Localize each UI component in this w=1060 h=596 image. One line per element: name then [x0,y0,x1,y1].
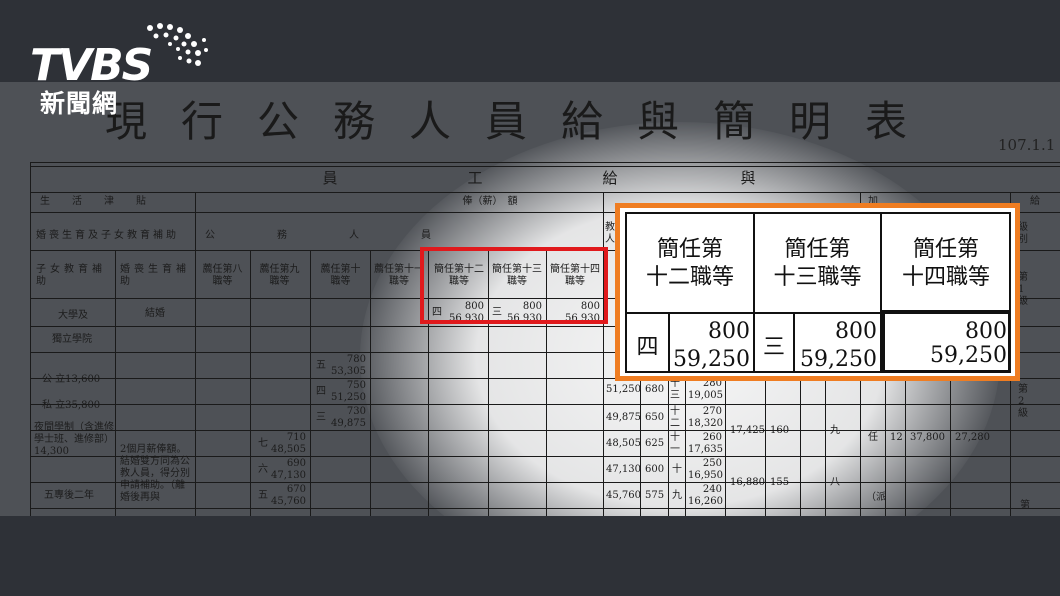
right3-a: 48,505 [606,438,641,449]
extra1-b: 160 [770,425,790,436]
public-fee: 公 立13,600 [42,374,101,385]
marriage-rule: 2個月薪俸額。結婚雙方同為公教人員，得分別申請補助。（離婚後再與 [120,444,190,503]
university-label: 大學及 [58,310,88,321]
row4-tag: 七 [258,438,268,449]
extra1-c: 九 [830,425,840,436]
ren-label: 任 [868,432,878,443]
right5-b: 575 [645,490,665,501]
level-3-label: 第 [1020,500,1030,511]
red-highlight-box [420,247,608,324]
row6-tag: 五 [258,490,268,501]
zoom-v1b: 59,250 [673,347,750,372]
extra2-a: 16,880 [730,477,765,488]
life-allowance-label: 生 活 津 貼 [40,196,152,207]
child-edu-label: 子女教育補助 [36,264,106,287]
right4-c: 十 [672,464,682,475]
right2-e: 18,320 [688,418,723,429]
wedding-subsidy-label: 婚喪生育及子女教育補助 [36,230,179,241]
zoom-callout: 簡任第 十二職等 簡任第 十三職等 簡任第 十四職等 四 800 59,250 三 8… [615,203,1020,381]
row1-tag: 五 [316,360,326,371]
zoom-tag-1: 四 [636,335,659,360]
grade-11: 薦任第十一職等 [374,264,424,287]
right1-c: 十三 [670,378,680,401]
zoom-header-14: 簡任第 十四職等 [901,237,990,290]
grade-9: 薦任第九職等 [259,264,300,287]
right2-b: 650 [645,412,665,423]
right4-a: 47,130 [606,464,641,475]
row2-v2: 51,250 [331,392,366,403]
document-date: 107.1.1 [998,136,1056,154]
row4-v2: 48,505 [271,444,306,455]
header-gong: 工 [467,169,483,187]
right4-d: 250 [702,458,722,469]
row3-v1: 730 [346,406,366,417]
public-servant-label: 公 務 人 員 [205,230,445,241]
extra2-b: 155 [770,477,790,488]
row6-v2: 45,760 [271,496,306,507]
document-title: 現行公務人員給與簡明表 [105,97,942,146]
row5-tag: 六 [258,464,268,475]
logo-subtitle: 新聞網 [40,89,119,118]
right4-b: 600 [645,464,665,475]
right2-c: 十二 [670,406,680,429]
extra3-c: 27,280 [955,432,990,443]
zoom-v1a: 800 [708,319,750,344]
right2-a: 49,875 [606,412,641,423]
right5-a: 45,760 [606,490,641,501]
zoom-v3b: 59,250 [930,343,1007,368]
row2-v1: 750 [346,380,366,391]
right4-e: 16,950 [688,470,723,481]
header-yu: 與 [740,169,756,187]
private-fee: 私 立35,800 [42,400,101,411]
right5-e: 16,260 [688,496,723,507]
college-label: 獨立學院 [52,334,92,345]
row6-v1: 670 [286,484,306,495]
night-fee: 夜間學制（含進修學士班、進修部）14,300 [34,422,114,457]
bottom-bar [0,516,1060,596]
header-ji: 給 [602,169,618,187]
pai-label: （派 [866,492,886,503]
grade-10: 薦任第十職等 [320,264,361,287]
right3-b: 625 [645,438,665,449]
row5-v2: 47,130 [271,470,306,481]
header-yuan: 員 [322,169,338,187]
marriage-label: 結婚 [145,308,165,319]
zoom-table: 簡任第 十二職等 簡任第 十三職等 簡任第 十四職等 四 800 59,250 三 8… [625,212,1011,373]
row4-v1: 710 [286,432,306,443]
right3-e: 17,635 [688,444,723,455]
salary-label: 俸（薪） 額 [462,196,518,207]
zoom-tag-2: 三 [762,335,785,360]
five-year-label: 五專後二年 [44,490,94,501]
right1-e: 19,005 [688,390,723,401]
tvbs-logo: TVBS 新聞網 [30,18,210,118]
row5-v1: 690 [286,458,306,469]
zoom-v2b: 59,250 [800,347,877,372]
right1-a: 51,250 [606,384,641,395]
row1-v2: 53,305 [331,366,366,377]
level-1-label: 第1級 [1018,272,1028,307]
right5-c: 九 [672,490,682,501]
right2-d: 270 [702,406,722,417]
row2-tag: 四 [316,386,326,397]
grade-8: 薦任第八職等 [202,264,243,287]
row3-v2: 49,875 [331,418,366,429]
zoom-v2a: 800 [835,319,877,344]
right1-b: 680 [645,384,665,395]
wedding-funeral-label: 婚喪生育補助 [120,264,190,287]
extra2-c: 八 [830,477,840,488]
extra1-a: 17,425 [730,425,765,436]
zoom-header-13: 簡任第 十三職等 [773,237,862,290]
extra3-b: 37,800 [910,432,945,443]
right3-d: 260 [702,432,722,443]
right3-c: 十一 [670,432,680,455]
right5-d: 240 [702,484,722,495]
zoom-header-12: 簡任第 十二職等 [645,237,734,290]
row3-tag: 三 [316,412,326,423]
give-label: 給 [1030,196,1040,207]
level-2-label: 第2級 [1018,384,1028,419]
row1-v1: 780 [346,354,366,365]
extra3-a: 12 [890,432,903,443]
